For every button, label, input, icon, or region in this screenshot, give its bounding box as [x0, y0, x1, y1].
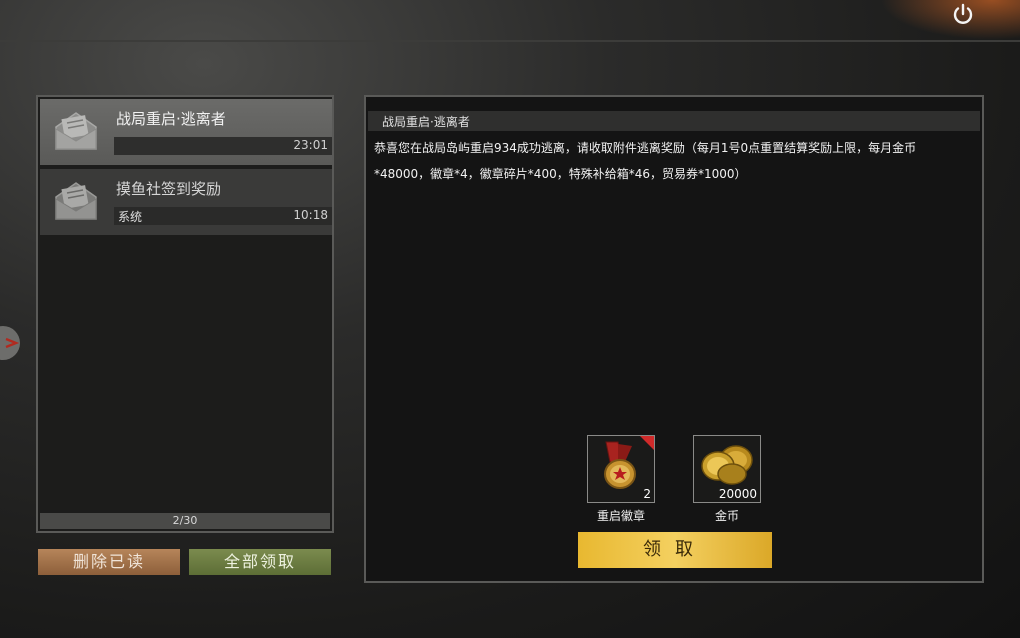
mail-body-line: 恭喜您在战局岛屿重启934成功逃离，请收取附件逃离奖励（每月1号0点重置结算奖励… [374, 141, 917, 155]
open-envelope-icon [55, 112, 97, 150]
mail-time: 23:01 [293, 138, 328, 152]
mail-list-panel: 战局重启·逃离者 23:01 摸鱼社签到奖励 系统 10:18 2/30 [36, 95, 334, 533]
mail-count-pager: 2/30 [40, 513, 330, 529]
top-divider [0, 40, 1020, 42]
open-envelope-icon [55, 182, 97, 220]
claim-button[interactable]: 领取 [578, 532, 772, 568]
mail-title: 战局重启·逃离者 [116, 110, 226, 128]
mail-time: 10:18 [293, 208, 328, 222]
mail-sender: 系统 [118, 210, 143, 224]
mail-item[interactable]: 摸鱼社签到奖励 系统 10:18 [40, 169, 332, 235]
mail-title: 摸鱼社签到奖励 [116, 180, 222, 198]
attachment-count: 20000 [718, 487, 757, 501]
attachment-slot[interactable]: 2 [587, 435, 655, 503]
mail-detail-panel: 战局重启·逃离者 恭喜您在战局岛屿重启934成功逃离，请收取附件逃离奖励（每月1… [364, 95, 984, 583]
detail-header: 战局重启·逃离者 [368, 111, 980, 131]
attachment-name: 金币 [714, 509, 739, 523]
detail-title: 战局重启·逃离者 [382, 115, 470, 129]
power-icon [953, 3, 973, 24]
attachment-name: 重启徽章 [596, 509, 645, 523]
attachment-count: 2 [643, 487, 651, 501]
delete-read-button[interactable]: 删除已读 [38, 549, 180, 575]
mail-body-line: *48000，徽章*4，徽章碎片*400，特殊补给箱*46，贸易券*1000） [374, 167, 747, 181]
power-button[interactable] [946, 0, 980, 30]
mail-item[interactable]: 战局重启·逃离者 23:01 [40, 99, 332, 165]
claim-all-button[interactable]: 全部领取 [189, 549, 331, 575]
attachment-slot[interactable]: 20000 [693, 435, 761, 503]
mail-meta-bar: 23:01 [114, 137, 332, 155]
mail-meta-bar: 系统 10:18 [114, 207, 332, 225]
arrow-icon [5, 337, 20, 349]
side-drawer-tab[interactable] [0, 326, 20, 360]
mail-body: 恭喜您在战局岛屿重启934成功逃离，请收取附件逃离奖励（每月1号0点重置结算奖励… [374, 135, 974, 187]
